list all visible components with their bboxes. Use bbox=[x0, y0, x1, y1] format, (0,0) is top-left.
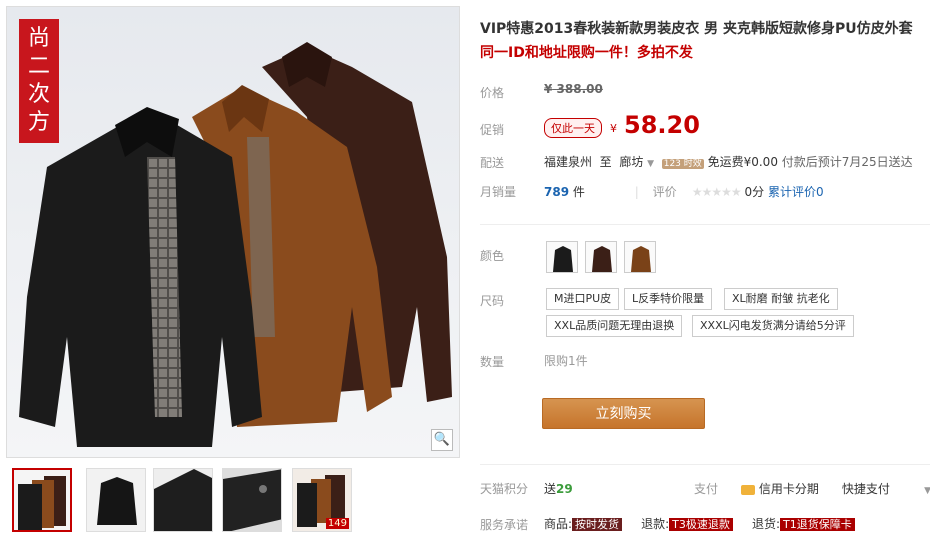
jackets-illustration bbox=[19, 42, 452, 447]
swatch-brown-jacket bbox=[631, 246, 651, 272]
buy-now-button[interactable]: 立刻购买 bbox=[542, 398, 705, 429]
chevron-down-icon[interactable]: ▼ bbox=[647, 159, 654, 169]
banner-char: 二 bbox=[27, 54, 50, 79]
original-price: ¥ 388.00 bbox=[544, 82, 603, 96]
size-option-xl[interactable]: XL耐磨 耐皱 抗老化 bbox=[724, 288, 838, 310]
thumb-detail-image bbox=[154, 469, 212, 531]
sales-info: 789 件 | 评价 ★★★★★ 0分 累计评价0 bbox=[544, 183, 824, 200]
points-value: 29 bbox=[556, 482, 573, 496]
size-option-m[interactable]: M进口PU皮 bbox=[546, 288, 620, 310]
rating-score: 0分 bbox=[744, 185, 765, 199]
shipping-label: 配送 bbox=[480, 156, 505, 170]
goods-label: 商品: bbox=[544, 517, 573, 531]
shipping-info: 福建泉州 至 廊坊 ▼ 123 时效 免运费¥0.00 付款后预计7月25日送达 bbox=[544, 153, 913, 170]
refund-tag[interactable]: T3极速退款 bbox=[669, 518, 733, 531]
thumbnail-3[interactable] bbox=[153, 468, 213, 532]
product-subtitle: 同一ID和地址限购一件！多拍不发 bbox=[480, 45, 693, 61]
divider: | bbox=[634, 185, 639, 199]
thumbnail-4[interactable] bbox=[222, 468, 282, 532]
return-tag[interactable]: T1退货保障卡 bbox=[780, 518, 855, 531]
divider bbox=[480, 464, 930, 465]
goods-tag[interactable]: 按时发货 bbox=[572, 518, 623, 531]
ship-eta: 付款后预计7月25日送达 bbox=[781, 155, 913, 169]
quantity-label: 数量 bbox=[480, 355, 505, 369]
size-option-xxl[interactable]: XXL品质问题无理由退换 bbox=[546, 315, 683, 337]
price-label: 价格 bbox=[480, 86, 505, 100]
banner-char: 方 bbox=[27, 110, 50, 135]
currency-symbol: ¥ bbox=[610, 122, 617, 135]
credit-card-icon bbox=[740, 484, 755, 495]
ship-fee: 免运费¥0.00 bbox=[707, 155, 778, 169]
points-info: 送29 bbox=[544, 480, 573, 497]
rating-stars-icon: ★★★★★ bbox=[691, 185, 742, 199]
promo-label: 促销 bbox=[480, 123, 505, 137]
sales-unit: 件 bbox=[572, 185, 585, 199]
product-info: VIP特惠2013春秋装新款男装皮衣 男 夹克韩版短款修身PU仿皮外套 同一ID… bbox=[468, 0, 930, 532]
sales-label: 月销量 bbox=[480, 185, 517, 199]
color-label: 颜色 bbox=[480, 249, 505, 263]
pay-label: 支付 bbox=[694, 482, 719, 496]
banner-char: 次 bbox=[27, 82, 50, 107]
swatch-black-jacket bbox=[553, 246, 573, 272]
chevron-down-icon[interactable]: ▼ bbox=[924, 486, 930, 496]
review-count-link[interactable]: 累计评价0 bbox=[768, 185, 824, 199]
color-option-brown-light[interactable] bbox=[624, 241, 656, 273]
product-title: VIP特惠2013春秋装新款男装皮衣 男 夹克韩版短款修身PU仿皮外套 bbox=[480, 21, 913, 37]
refund-label: 退款: bbox=[641, 517, 670, 531]
zoom-icon[interactable]: 🔍 bbox=[431, 429, 453, 451]
swatch-dark-brown-jacket bbox=[592, 246, 612, 272]
ship-to-select[interactable]: 廊坊 bbox=[619, 155, 643, 169]
main-product-image[interactable]: 尚 二 次 方 🔍 bbox=[6, 6, 460, 458]
quantity-limit: 限购1件 bbox=[544, 354, 588, 368]
product-gallery: 尚 二 次 方 🔍 149 bbox=[6, 6, 460, 532]
thumb-jackets-image bbox=[18, 476, 66, 530]
services-label: 服务承诺 bbox=[480, 518, 529, 532]
promo-price: 58.20 bbox=[624, 111, 700, 139]
black-jacket bbox=[19, 107, 262, 447]
services-info: 商品: 按时发货 退款: T3极速退款 退货: T1退货保障卡 bbox=[544, 515, 855, 532]
time-badge: 123 时效 bbox=[661, 159, 704, 169]
credit-installment-link[interactable]: 信用卡分期 bbox=[759, 482, 819, 496]
size-option-xxxl[interactable]: XXXL闪电发货满分请给5分评 bbox=[692, 315, 854, 337]
thumb-black-jacket-image bbox=[87, 469, 145, 531]
thumbnail-5[interactable]: 149 bbox=[292, 468, 352, 532]
thumbnail-2[interactable] bbox=[86, 468, 146, 532]
points-label: 天猫积分 bbox=[480, 482, 529, 496]
points-prefix: 送 bbox=[544, 482, 557, 496]
review-label: 评价 bbox=[652, 185, 677, 199]
ship-to-word: 至 bbox=[599, 155, 612, 169]
payment-info: 支付 信用卡分期 快捷支付 ▼ bbox=[694, 480, 930, 497]
ship-from: 福建泉州 bbox=[544, 155, 593, 169]
size-option-l[interactable]: L反季特价限量 bbox=[624, 288, 713, 310]
thumb-cuff-image bbox=[223, 469, 281, 531]
color-option-black[interactable] bbox=[546, 241, 578, 273]
brand-banner: 尚 二 次 方 bbox=[19, 19, 59, 143]
divider bbox=[480, 224, 930, 225]
thumb-price-badge: 149 bbox=[325, 518, 349, 529]
thumbnail-1[interactable] bbox=[12, 468, 72, 532]
banner-char: 尚 bbox=[27, 26, 50, 51]
promo-tag: 仅此一天 bbox=[544, 118, 602, 138]
size-label: 尺码 bbox=[480, 294, 505, 308]
thumbnail-strip: 149 bbox=[6, 468, 460, 532]
quick-pay-link[interactable]: 快捷支付 bbox=[842, 482, 890, 496]
sales-count: 789 bbox=[544, 185, 570, 199]
color-option-brown[interactable] bbox=[585, 241, 617, 273]
return-label: 退货: bbox=[751, 517, 781, 531]
